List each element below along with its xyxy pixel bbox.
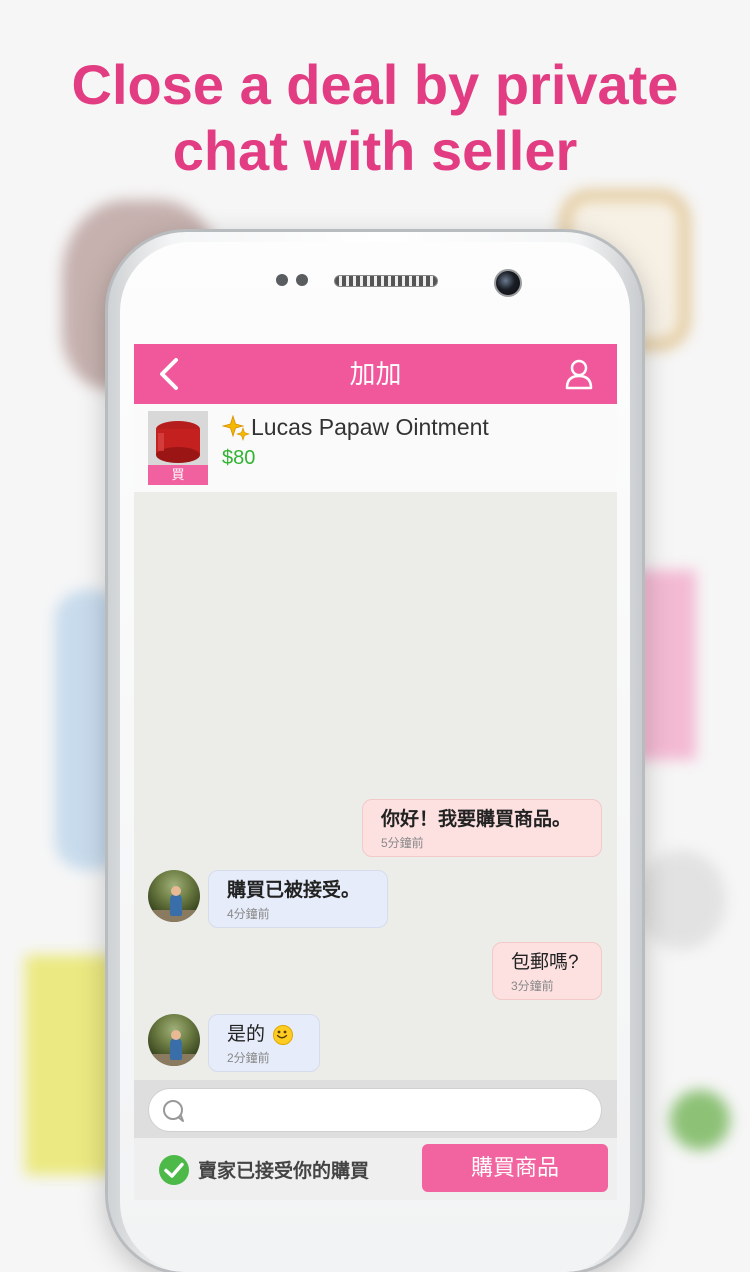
buy-button[interactable]: 購買商品: [422, 1144, 608, 1192]
avatar[interactable]: [148, 870, 200, 922]
app-screen: 加加 買 Lucas Papaw Ointment $80 你好！我要購買商品。…: [134, 344, 617, 1200]
deal-status-text: 賣家已接受你的購買: [198, 1161, 370, 1182]
message-time: 3分鐘前: [511, 979, 554, 993]
message-text: 購買已被接受。: [227, 880, 361, 901]
message-time: 2分鐘前: [227, 1051, 270, 1065]
background-ball: [636, 850, 726, 950]
page-title: 加加: [349, 359, 402, 389]
message-time: 5分鐘前: [381, 836, 424, 850]
sparkle-icon: [222, 414, 250, 441]
message-text: 你好！我要購買商品。: [381, 809, 572, 830]
message-time: 4分鐘前: [227, 907, 270, 921]
chat-bubble-icon: [163, 1100, 184, 1122]
message-text: 是的: [227, 1023, 301, 1047]
message-text: 包郵嗎?: [511, 952, 579, 973]
message-incoming: 是的 2分鐘前: [208, 1014, 320, 1072]
check-circle-icon: [159, 1155, 189, 1185]
smile-emoji: [273, 1024, 294, 1045]
message-outgoing: 包郵嗎? 3分鐘前: [492, 942, 602, 1000]
action-bar: 賣家已接受你的購買 購買商品: [134, 1138, 617, 1200]
product-price: $80: [222, 447, 256, 469]
product-name[interactable]: Lucas Papaw Ointment: [251, 414, 489, 441]
nav-bar: 加加: [134, 344, 617, 404]
background-toy: [670, 1090, 730, 1150]
front-camera: [494, 269, 522, 297]
message-input[interactable]: [148, 1088, 602, 1132]
message-incoming: 購買已被接受。 4分鐘前: [208, 870, 388, 928]
avatar[interactable]: [148, 1014, 200, 1066]
message-outgoing: 你好！我要購買商品。 5分鐘前: [362, 799, 602, 857]
composer-area: [134, 1080, 617, 1138]
buy-tag: 買: [148, 465, 208, 485]
proximity-sensor: [276, 274, 288, 286]
user-icon[interactable]: [564, 358, 594, 390]
product-thumbnail[interactable]: 買: [148, 411, 208, 485]
ointment-jar-image: [148, 411, 208, 465]
background-book: [25, 955, 115, 1175]
earpiece-speaker: [334, 275, 438, 287]
message-text-body: 是的: [227, 1024, 266, 1045]
background-dress: [636, 570, 696, 760]
headline: Close a deal by private chat with seller: [71, 53, 679, 182]
light-sensor: [296, 274, 308, 286]
product-bar[interactable]: 買 Lucas Papaw Ointment $80: [134, 404, 617, 492]
